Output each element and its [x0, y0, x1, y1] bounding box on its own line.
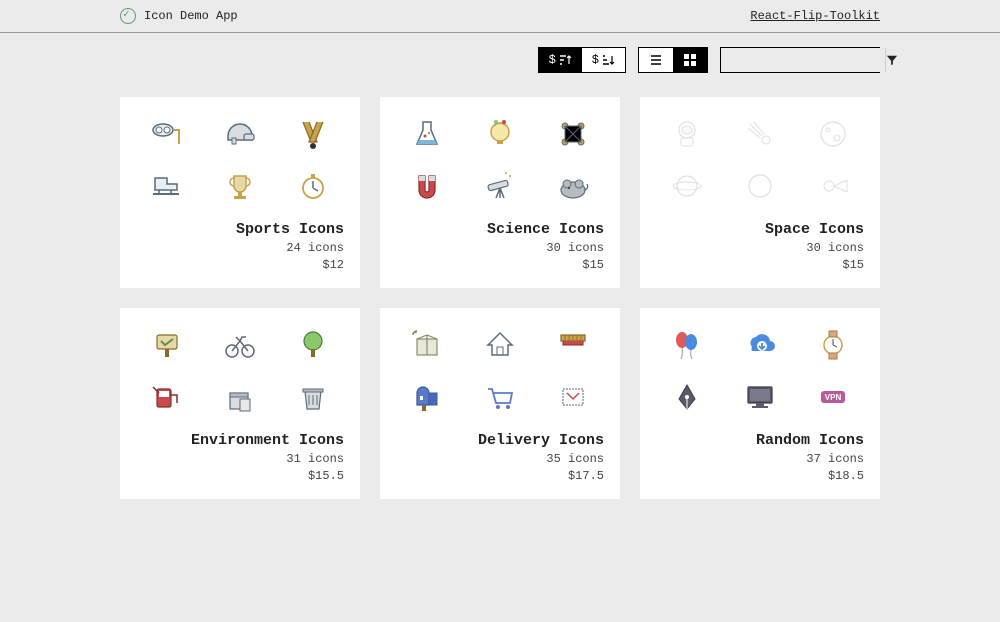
react-flip-toolkit-link[interactable]: React-Flip-Toolkit: [750, 9, 880, 23]
grid-view-button[interactable]: [673, 48, 707, 72]
magnet-icon: [406, 165, 448, 207]
card-title: Environment Icons: [136, 432, 344, 449]
header-left: Icon Demo App: [120, 8, 238, 24]
sign-icon: [146, 324, 188, 366]
icon-preview-grid: [136, 113, 344, 207]
card-price: $17.5: [396, 469, 604, 483]
card-title: Science Icons: [396, 221, 604, 238]
sort-button-group: $ $: [538, 47, 626, 73]
mouse-icon: [552, 165, 594, 207]
skate-icon: [146, 165, 188, 207]
icon-set-card[interactable]: Sports Icons 24 icons $12: [120, 97, 360, 288]
card-grid: Sports Icons 24 icons $12 Science Icons 30 i…: [0, 73, 1000, 523]
icon-set-card[interactable]: Science Icons 30 icons $15: [380, 97, 620, 288]
moon-icon: [812, 113, 854, 155]
pen-nib-icon: [666, 376, 708, 418]
dollar-label: $: [592, 53, 599, 67]
list-view-button[interactable]: [639, 48, 673, 72]
card-title: Sports Icons: [136, 221, 344, 238]
search-wrap: [720, 47, 880, 73]
snorkel-icon: [146, 113, 188, 155]
grid-view-icon: [683, 53, 697, 67]
search-input[interactable]: [721, 48, 885, 72]
card-count: 35 icons: [396, 452, 604, 466]
card-price: $15: [396, 258, 604, 272]
comet-icon: [739, 113, 781, 155]
icon-preview-grid: [396, 113, 604, 207]
stamp-icon: [552, 376, 594, 418]
hockey-icon: [292, 113, 334, 155]
cart-icon: [479, 376, 521, 418]
card-title: Delivery Icons: [396, 432, 604, 449]
box-icon: [406, 324, 448, 366]
astronaut-icon: [666, 113, 708, 155]
trash-icon: [292, 376, 334, 418]
helmet-icon: [219, 113, 261, 155]
mailbox-icon: [406, 376, 448, 418]
card-price: $18.5: [656, 469, 864, 483]
icon-preview-grid: [136, 324, 344, 418]
monitor-icon: [739, 376, 781, 418]
card-count: 30 icons: [396, 241, 604, 255]
icon-set-card[interactable]: Environment Icons 31 icons $15.5: [120, 308, 360, 499]
icon-preview-grid: [656, 324, 864, 418]
flask-icon: [406, 113, 448, 155]
card-title: Random Icons: [656, 432, 864, 449]
cloud-download-icon: [739, 324, 781, 366]
card-price: $12: [136, 258, 344, 272]
sort-price-asc-button[interactable]: $: [539, 48, 582, 72]
card-count: 31 icons: [136, 452, 344, 466]
list-view-icon: [649, 53, 663, 67]
sort-price-desc-button[interactable]: $: [582, 48, 625, 72]
card-count: 30 icons: [656, 241, 864, 255]
sort-desc-icon: [601, 53, 615, 67]
filter-icon: [886, 54, 898, 66]
watch-icon: [812, 324, 854, 366]
telescope-icon: [479, 165, 521, 207]
icon-set-card[interactable]: Space Icons 30 icons $15: [640, 97, 880, 288]
trophy-icon: [219, 165, 261, 207]
logo-icon: [120, 8, 136, 24]
sort-asc-icon: [558, 53, 572, 67]
molecule-icon: [552, 113, 594, 155]
card-count: 24 icons: [136, 241, 344, 255]
recycle-bin-icon: [219, 376, 261, 418]
balloons-icon: [666, 324, 708, 366]
idea-icon: [479, 113, 521, 155]
vpn-icon: [812, 376, 854, 418]
icon-set-card[interactable]: Delivery Icons 35 icons $17.5: [380, 308, 620, 499]
planet-icon: [666, 165, 708, 207]
toolbar: $ $: [0, 33, 1000, 73]
house-icon: [479, 324, 521, 366]
satellite-icon: [812, 165, 854, 207]
card-count: 37 icons: [656, 452, 864, 466]
card-title: Space Icons: [656, 221, 864, 238]
fuel-icon: [146, 376, 188, 418]
card-price: $15.5: [136, 469, 344, 483]
view-button-group: [638, 47, 708, 73]
stopwatch-icon: [292, 165, 334, 207]
tree-icon: [292, 324, 334, 366]
card-price: $15: [656, 258, 864, 272]
bicycle-icon: [219, 324, 261, 366]
dollar-label: $: [549, 53, 556, 67]
icon-set-card[interactable]: Random Icons 37 icons $18.5: [640, 308, 880, 499]
app-title: Icon Demo App: [144, 9, 238, 23]
filter-button[interactable]: [885, 48, 898, 72]
icon-preview-grid: [396, 324, 604, 418]
icon-preview-grid: [656, 113, 864, 207]
planet2-icon: [739, 165, 781, 207]
scale-icon: [552, 324, 594, 366]
header: Icon Demo App React-Flip-Toolkit: [0, 0, 1000, 33]
